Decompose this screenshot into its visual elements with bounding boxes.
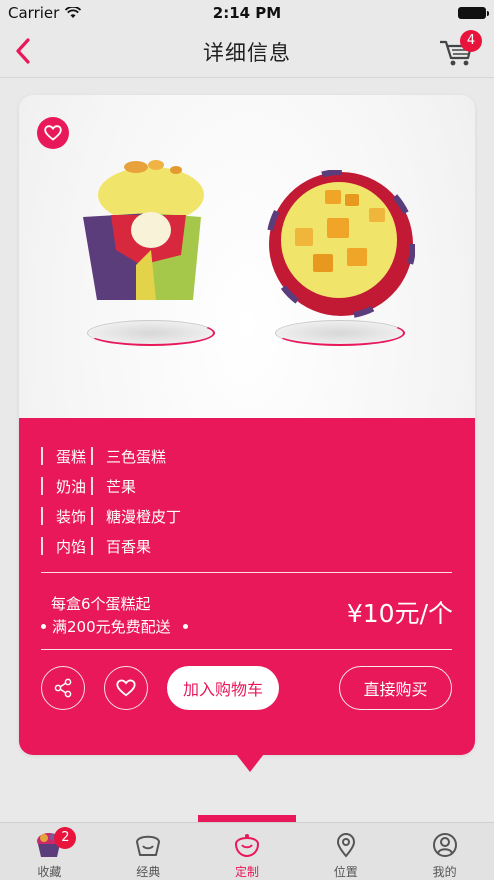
tab-custom[interactable]: 定制 [198, 823, 297, 880]
status-bar: Carrier 2:14 PM [0, 0, 494, 26]
cart-button[interactable]: 4 [438, 30, 482, 68]
tab-label: 经典 [136, 865, 161, 879]
location-icon [331, 831, 361, 859]
heart-icon [44, 125, 62, 141]
product-card: 蛋糕 三色蛋糕 奶油 芒果 装饰 糖漫橙皮丁 内馅 百香果 每盒6个蛋糕起 满2… [19, 95, 475, 755]
free-delivery-label: 满200元免费配送 [52, 618, 171, 636]
spec-row-cream: 奶油 芒果 [41, 475, 136, 497]
spec-label: 内馅 [56, 537, 87, 556]
card-pointer [236, 754, 264, 772]
classic-icon [133, 831, 163, 859]
heart-outline-icon [116, 679, 136, 697]
free-delivery-text: 满200元免费配送 [41, 616, 188, 637]
product-info-panel: 蛋糕 三色蛋糕 奶油 芒果 装饰 糖漫橙皮丁 内馅 百香果 每盒6个蛋糕起 满2… [19, 418, 475, 755]
plate-left-arc [87, 320, 215, 346]
cart-badge: 4 [460, 30, 482, 52]
spec-label: 蛋糕 [56, 447, 87, 466]
spec-row-cake: 蛋糕 三色蛋糕 [41, 445, 166, 467]
divider-bottom [41, 649, 452, 650]
like-button[interactable] [104, 666, 148, 710]
spec-value: 糖漫橙皮丁 [106, 507, 182, 526]
status-left: Carrier [8, 4, 82, 22]
plate-right-arc [275, 320, 405, 346]
carrier-label: Carrier [8, 4, 60, 22]
tab-bar: 2 收藏 经典 定制 位置 我的 [0, 822, 494, 880]
battery-icon [458, 7, 489, 19]
favorite-button[interactable] [37, 117, 69, 149]
custom-icon [232, 831, 262, 859]
cupcake-top-image [267, 170, 415, 318]
price-label: ¥10元/个 [346, 599, 453, 628]
tab-label: 定制 [234, 865, 259, 879]
tab-profile[interactable]: 我的 [395, 823, 494, 880]
tab-classic[interactable]: 经典 [99, 823, 198, 880]
page-title: 详细信息 [203, 40, 291, 65]
spec-row-filling: 内馅 百香果 [41, 535, 151, 557]
add-to-cart-button[interactable]: 加入购物车 [167, 666, 279, 710]
spec-value: 三色蛋糕 [106, 447, 167, 466]
spec-row-decoration: 装饰 糖漫橙皮丁 [41, 505, 181, 527]
cupcake-icon: 2 [34, 827, 77, 859]
tab-favorites[interactable]: 2 收藏 [0, 823, 99, 880]
share-icon [54, 678, 72, 698]
wifi-icon [65, 7, 82, 18]
spec-value: 芒果 [106, 477, 137, 496]
spec-value: 百香果 [106, 537, 152, 556]
favorites-badge: 2 [54, 827, 77, 849]
bullet-dot [41, 624, 46, 629]
tab-label: 我的 [432, 865, 457, 879]
spec-label: 装饰 [56, 507, 87, 526]
back-icon[interactable] [10, 36, 40, 66]
min-order-text: 每盒6个蛋糕起 [51, 595, 151, 613]
divider-top [41, 572, 452, 573]
nav-bar: 详细信息 4 [0, 26, 494, 78]
spec-label: 奶油 [56, 477, 87, 496]
tab-label: 位置 [333, 865, 358, 879]
profile-icon [430, 831, 460, 859]
tab-label: 收藏 [37, 865, 62, 879]
tab-active-indicator [198, 815, 296, 822]
buy-now-button[interactable]: 直接购买 [339, 666, 452, 710]
bullet-dot [182, 624, 188, 629]
share-button[interactable] [41, 666, 85, 710]
tab-location[interactable]: 位置 [296, 823, 395, 880]
cupcake-side-image [83, 160, 204, 300]
